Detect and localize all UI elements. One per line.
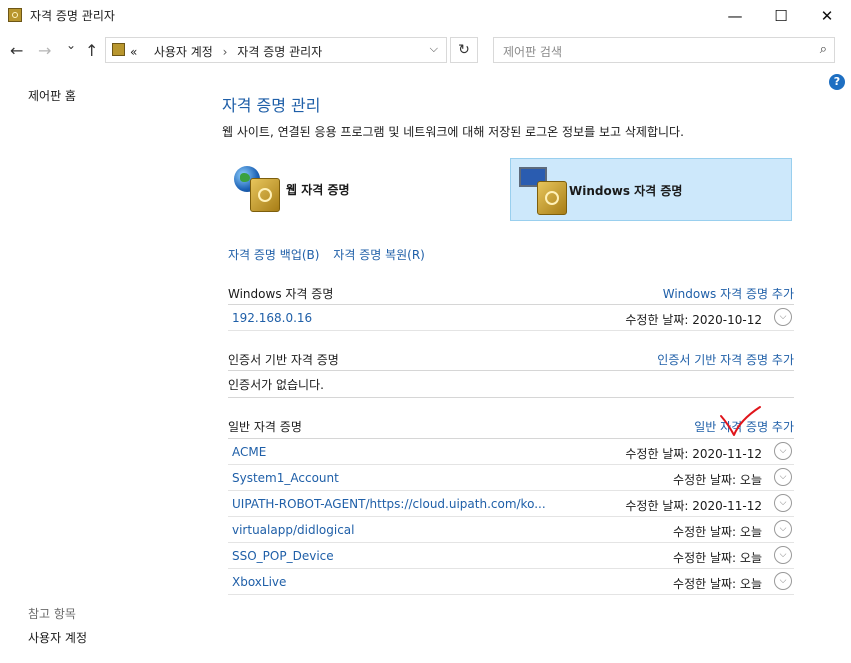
web-credentials-label: 웹 자격 증명 [286,183,350,197]
credential-row[interactable]: ACME 수정한 날짜: 2020-11-12 ⌵ [228,439,794,465]
breadcrumb-user-accounts[interactable]: 사용자 계정 [154,45,213,59]
credential-name[interactable]: virtualapp/didlogical [232,523,354,537]
page-description: 웹 사이트, 연결된 응용 프로그램 및 네트워크에 대해 저장된 로그온 정보… [222,125,684,139]
credential-row[interactable]: System1_Account 수정한 날짜: 오늘 ⌵ [228,465,794,491]
credential-modified: 수정한 날짜: 2020-11-12 [625,499,762,513]
safe-icon [537,181,567,215]
expand-chevron-icon[interactable]: ⌵ [774,442,792,460]
section-title: Windows 자격 증명 [228,287,334,301]
expand-chevron-icon[interactable]: ⌵ [774,468,792,486]
windows-credentials-label: Windows 자격 증명 [569,184,683,198]
credential-manager-icon [8,8,22,22]
credential-name[interactable]: System1_Account [232,471,339,485]
breadcrumb-overflow[interactable]: « [130,45,137,59]
backup-restore-links: 자격 증명 백업(B) 자격 증명 복원(R) [228,246,425,263]
expand-chevron-icon[interactable]: ⌵ [774,494,792,512]
credential-name[interactable]: SSO_POP_Device [232,549,334,563]
breadcrumb-separator[interactable]: › [223,45,228,59]
credential-row[interactable]: 192.168.0.16 수정한 날짜: 2020-10-12 ⌵ [228,305,794,331]
restore-credentials-link[interactable]: 자격 증명 복원(R) [333,248,425,262]
address-bar[interactable]: « › 사용자 계정 › 자격 증명 관리자 ⌵ [105,37,447,63]
close-button[interactable]: ✕ [804,0,850,31]
backup-credentials-link[interactable]: 자격 증명 백업(B) [228,248,319,262]
search-placeholder: 제어판 검색 [503,45,563,59]
page-title: 자격 증명 관리 [222,96,321,115]
back-button[interactable]: ← [10,41,23,60]
windows-credentials-header: Windows 자격 증명 Windows 자격 증명 추가 [228,285,794,305]
address-dropdown-icon[interactable]: ⌵ [430,42,438,56]
credential-row[interactable]: XboxLive 수정한 날짜: 오늘 ⌵ [228,569,794,595]
refresh-button[interactable]: ↻ [450,37,478,63]
web-credentials-tile[interactable]: 웹 자격 증명 [228,158,510,221]
credential-modified: 수정한 날짜: 오늘 [673,551,762,565]
safe-icon [250,178,280,212]
add-windows-credential-link[interactable]: Windows 자격 증명 추가 [663,285,794,302]
divider [228,397,794,398]
credential-name[interactable]: 192.168.0.16 [232,311,312,325]
generic-credentials-header: 일반 자격 증명 일반 자격 증명 추가 [228,418,794,438]
search-icon[interactable]: ⌕ [820,42,827,57]
credential-modified: 수정한 날짜: 2020-11-12 [625,447,762,461]
minimize-button[interactable]: — [712,0,758,31]
title-bar: 자격 증명 관리자 — ☐ ✕ [0,0,851,31]
forward-button[interactable]: → [38,41,51,60]
sidebar-see-also-heading: 참고 항목 [28,607,76,621]
credential-modified: 수정한 날짜: 오늘 [673,577,762,591]
credential-modified: 수정한 날짜: 오늘 [673,525,762,539]
section-title: 일반 자격 증명 [228,420,302,434]
credential-modified: 수정한 날짜: 오늘 [673,473,762,487]
certificate-credentials-header: 인증서 기반 자격 증명 인증서 기반 자격 증명 추가 [228,351,794,371]
breadcrumb-credential-manager[interactable]: 자격 증명 관리자 [237,45,322,59]
credential-name[interactable]: UIPATH-ROBOT-AGENT/https://cloud.uipath.… [232,497,546,511]
windows-credentials-tile[interactable]: Windows 자격 증명 [510,158,792,221]
sidebar-control-panel-home[interactable]: 제어판 홈 [28,87,76,104]
credential-row[interactable]: UIPATH-ROBOT-AGENT/https://cloud.uipath.… [228,491,794,517]
maximize-button[interactable]: ☐ [758,0,804,31]
expand-chevron-icon[interactable]: ⌵ [774,572,792,590]
recent-locations-button[interactable]: ⌄ [66,38,76,52]
divider [228,370,794,371]
credential-modified: 수정한 날짜: 2020-10-12 [625,313,762,327]
expand-chevron-icon[interactable]: ⌵ [774,546,792,564]
no-certificates-text: 인증서가 없습니다. [228,378,324,392]
credential-row[interactable]: virtualapp/didlogical 수정한 날짜: 오늘 ⌵ [228,517,794,543]
credential-name[interactable]: XboxLive [232,575,286,589]
help-icon[interactable]: ? [829,74,845,90]
credential-name[interactable]: ACME [232,445,266,459]
section-title: 인증서 기반 자격 증명 [228,353,339,367]
expand-chevron-icon[interactable]: ⌵ [774,308,792,326]
control-panel-icon [112,43,125,56]
credential-row[interactable]: SSO_POP_Device 수정한 날짜: 오늘 ⌵ [228,543,794,569]
breadcrumb: « › 사용자 계정 › 자격 증명 관리자 [130,43,322,60]
sidebar-user-accounts-link[interactable]: 사용자 계정 [28,629,87,646]
up-button[interactable]: ↑ [85,41,98,60]
address-bar-row: ← → ⌄ ↑ « › 사용자 계정 › 자격 증명 관리자 ⌵ ↻ 제어판 검… [0,33,851,69]
red-checkmark-annotation [720,406,761,436]
window-title: 자격 증명 관리자 [30,9,115,23]
search-input[interactable]: 제어판 검색 ⌕ [493,37,835,63]
add-certificate-credential-link[interactable]: 인증서 기반 자격 증명 추가 [657,351,794,368]
expand-chevron-icon[interactable]: ⌵ [774,520,792,538]
